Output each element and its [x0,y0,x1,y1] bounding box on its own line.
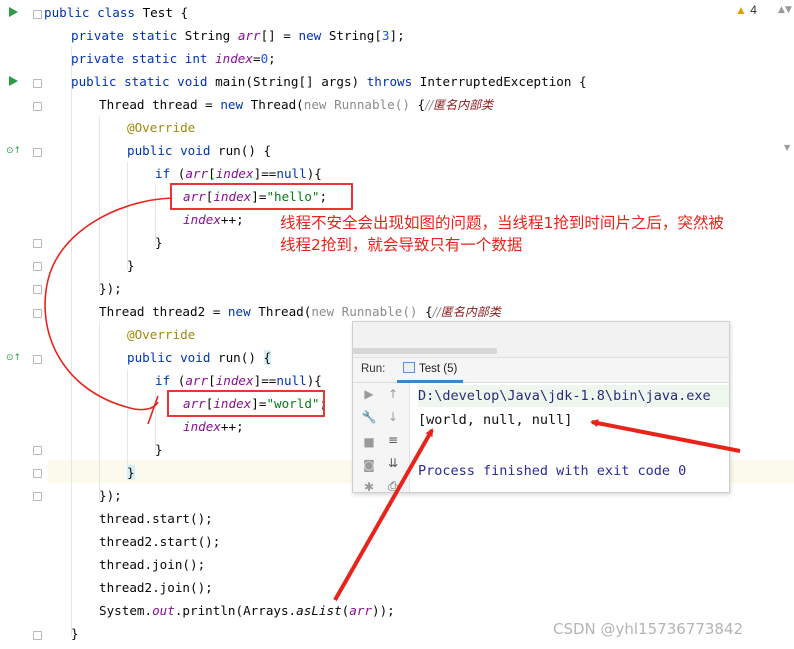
console-icon [403,362,415,373]
run-main-icon[interactable] [9,7,18,17]
code-line[interactable]: } [71,622,79,645]
code-line[interactable]: if (arr[index]==null){ [155,162,322,185]
warning-icon: ▲ [735,3,747,17]
fold-icon[interactable] [33,631,42,640]
soft-wrap-icon[interactable]: ≡ [385,432,401,448]
chevron-down-icon: ▼ [784,143,791,152]
warnings-indicator[interactable]: ▲ 4 [735,3,757,17]
code-line[interactable]: public void run() { [127,139,271,162]
fold-icon[interactable] [33,148,42,157]
code-line[interactable]: index++; [183,415,244,438]
highlight-box-world [167,390,325,417]
code-line[interactable]: thread.start(); [99,507,213,530]
annotation-note: 线程不安全会出现如图的问题，当线程1抢到时间片之后，突然被 线程2抢到，就会导致… [280,212,770,256]
fold-icon[interactable] [33,10,42,19]
override-marker-icon[interactable]: ⊙↑ [6,353,21,363]
code-line[interactable]: } [127,254,135,277]
fold-icon[interactable] [33,285,42,294]
fold-icon[interactable] [33,102,42,111]
fold-icon[interactable] [33,79,42,88]
tab-test-run[interactable]: Test (5) [397,358,464,383]
code-line[interactable]: index++; [183,208,244,231]
console-line: D:\develop\Java\jdk-1.8\bin\java.exe [418,385,729,407]
run-label: Run: [361,363,386,375]
fold-icon[interactable] [33,239,42,248]
run-tool-window[interactable]: Run: Test (5) ▶ ↑ 🔧 ↓ ■ ≡ ◙ ⇊ ✱ ⎙ D:\dev… [352,321,730,493]
code-line[interactable]: } [155,438,163,461]
pin-icon[interactable]: ✱ [361,479,377,492]
code-line[interactable]: public static void main(String[] args) t… [71,70,587,93]
fold-icon[interactable] [33,262,42,271]
rerun-icon[interactable]: ▶ [361,386,377,402]
editor-gutter: ⊙↑ ⊙↑ [0,0,48,649]
print-icon[interactable]: ⎙ [385,478,401,492]
arrow-up-icon[interactable]: ↑ [385,386,401,402]
code-line[interactable]: private static String arr[] = new String… [71,24,405,47]
run-tabs-bar: Run: Test (5) [353,358,729,383]
run-toolbar: ▶ ↑ 🔧 ↓ ■ ≡ ◙ ⇊ ✱ ⎙ [353,383,410,492]
code-line[interactable]: public class Test { [44,1,188,24]
fold-icon[interactable] [33,309,42,318]
code-line[interactable]: } [127,461,135,484]
chevron-down-icon[interactable]: ▼ [785,5,792,15]
code-line[interactable]: System.out.println(Arrays.asList(arr)); [99,599,395,622]
camera-icon[interactable]: ◙ [361,457,377,473]
code-line[interactable]: public void run() { [127,346,272,369]
horizontal-scrollbar[interactable] [353,348,497,354]
scroll-to-end-icon[interactable]: ⇊ [385,455,401,471]
stop-icon[interactable]: ■ [361,434,377,450]
wrench-icon[interactable]: 🔧 [361,409,377,425]
annotation-line: 线程不安全会出现如图的问题，当线程1抢到时间片之后，突然被 [280,214,724,232]
run-class-icon[interactable] [9,76,18,86]
console-output[interactable]: D:\develop\Java\jdk-1.8\bin\java.exe [wo… [410,383,729,492]
console-line: Process finished with exit code 0 [418,463,687,479]
override-marker-icon[interactable]: ⊙↑ [6,146,21,156]
code-line[interactable]: }); [99,277,122,300]
annotation-line: 线程2抢到，就会导致只有一个数据 [280,236,523,254]
fold-icon[interactable] [33,492,42,501]
code-line[interactable]: if (arr[index]==null){ [155,369,322,392]
code-line[interactable]: @Override [127,116,195,139]
code-line[interactable]: thread2.start(); [99,530,220,553]
fold-icon[interactable] [33,355,42,364]
code-line[interactable]: Thread thread2 = new Thread(new Runnable… [99,300,501,323]
chevron-up-icon[interactable]: ▲ [778,5,785,15]
code-line[interactable]: thread.join(); [99,553,205,576]
code-line[interactable]: Thread thread = new Thread(new Runnable(… [99,93,493,116]
code-line[interactable]: @Override [127,323,195,346]
code-line[interactable]: private static int index=0; [71,47,276,70]
code-line[interactable]: } [155,231,163,254]
run-panel-header [353,322,729,358]
console-line: [world, null, null] [418,412,573,428]
fold-icon[interactable] [33,446,42,455]
code-line[interactable]: thread2.join(); [99,576,213,599]
arrow-down-icon[interactable]: ↓ [385,409,401,425]
highlight-box-hello [170,183,353,210]
code-line[interactable]: }); [99,484,122,507]
watermark: CSDN @yhl15736773842 [553,620,744,638]
fold-icon[interactable] [33,469,42,478]
